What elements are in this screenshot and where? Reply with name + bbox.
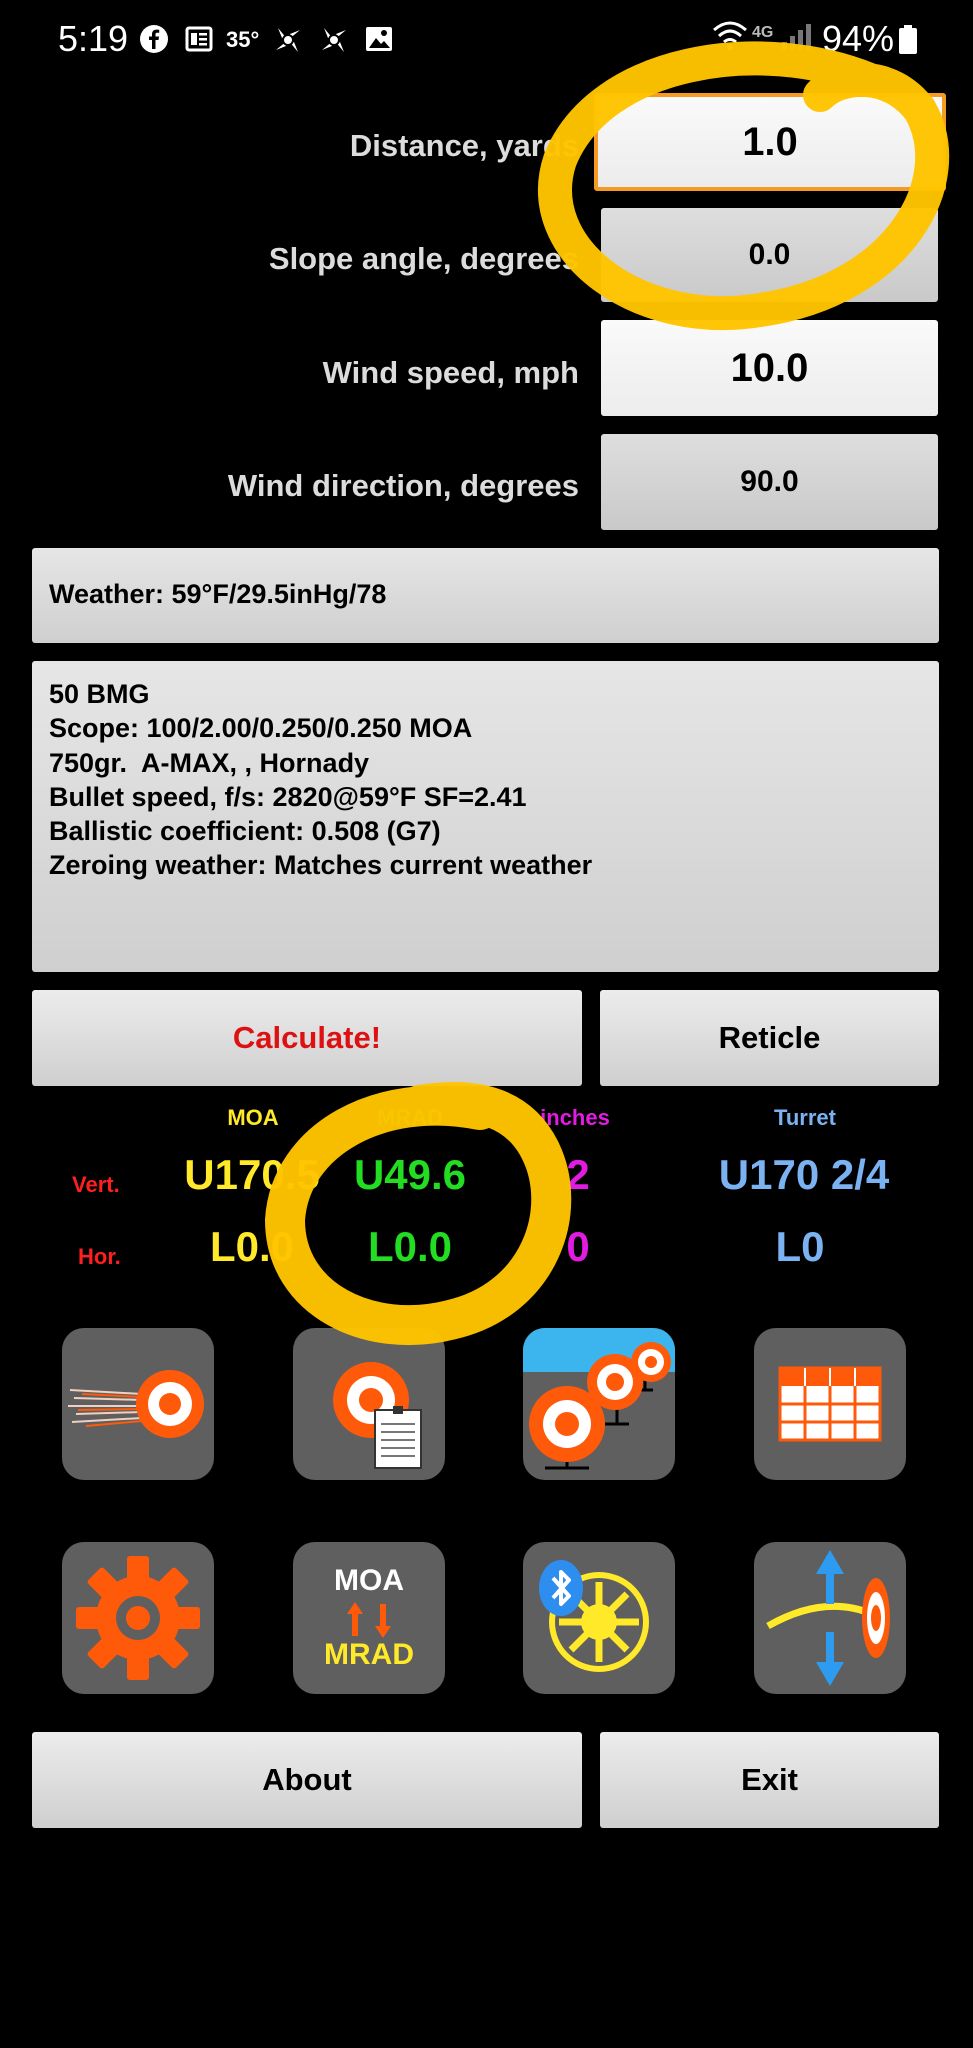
profile-line-caliber: 50 BMG [49, 679, 150, 709]
range-card-tile[interactable] [754, 1328, 906, 1480]
signal-icon [780, 22, 811, 52]
profile-line-zeroing: Zeroing weather: Matches current weather [49, 850, 593, 881]
units-mrad-text: MRAD [324, 1638, 414, 1671]
units-moa-text: MOA [334, 1564, 404, 1597]
exit-button[interactable]: Exit [600, 1732, 939, 1828]
image-icon [364, 24, 394, 54]
trajectory-icon [766, 1550, 890, 1686]
hor-turret-value: L0 [775, 1223, 825, 1270]
target-notes-icon [333, 1362, 422, 1469]
weather-button[interactable]: Weather: 59°F/29.5inHg/78 [32, 548, 939, 643]
turret-header: Turret [774, 1105, 836, 1130]
moving-target-icon [68, 1370, 204, 1438]
gear-icon [76, 1556, 200, 1680]
trajectory-tile[interactable] [754, 1542, 906, 1694]
wind-speed-label: Wind speed, mph [322, 355, 579, 390]
battery-icon [898, 25, 928, 55]
wifi-icon [712, 20, 747, 50]
facebook-icon [139, 24, 169, 54]
fan-app-icon-2 [318, 24, 348, 54]
units-toggle-tile[interactable]: MOA MRAD [293, 1542, 445, 1694]
annotation-circle-mrad [265, 1082, 572, 1346]
weather-text: Weather: 59°F/29.5inHg/78 [49, 579, 387, 609]
wind-direction-label: Wind direction, degrees [227, 468, 579, 503]
profile-line-speed: Bullet speed, f/s: 2820@59°F SF=2.41 [49, 781, 527, 812]
slope-input[interactable]: 0.0 [601, 208, 938, 302]
profile-line-bc: Ballistic coefficient: 0.508 (G7) [49, 816, 441, 847]
settings-tile[interactable] [62, 1542, 214, 1694]
calculate-button[interactable]: Calculate! [32, 990, 582, 1086]
vert-inches-value: 2 [566, 1151, 590, 1198]
distance-label: Distance, yards [349, 128, 579, 163]
swap-arrows-icon [347, 1602, 391, 1638]
target-notes-tile[interactable] [293, 1328, 445, 1480]
status-temperature: 35° [226, 27, 260, 52]
fan-app-icon [272, 24, 302, 54]
vert-row-label: Vert. [72, 1172, 120, 1197]
reticle-button[interactable]: Reticle [600, 990, 939, 1086]
slope-label: Slope angle, degrees [268, 241, 579, 276]
inches-header: inches [540, 1105, 610, 1130]
profile-panel[interactable]: 50 BMG Scope: 100/2.00/0.250/0.250 MOA 7… [32, 661, 939, 972]
news-icon [184, 24, 214, 54]
bluetooth-anemometer-icon [539, 1560, 649, 1672]
distance-input[interactable]: 1.0 [594, 93, 946, 191]
profile-line-bullet: 750gr. A-MAX, , Hornady [49, 747, 370, 778]
table-icon [778, 1366, 882, 1442]
moving-target-tile[interactable] [62, 1328, 214, 1480]
about-button[interactable]: About [32, 1732, 582, 1828]
vert-turret-value: U170 2/4 [718, 1151, 890, 1198]
status-bar: 5:19 35° 4G 94% [0, 0, 973, 80]
multi-target-icon [523, 1328, 675, 1470]
profile-line-scope: Scope: 100/2.00/0.250/0.250 MOA [49, 713, 473, 744]
hor-row-label: Hor. [78, 1244, 121, 1269]
wind-speed-input[interactable]: 10.0 [601, 320, 938, 416]
network-type: 4G [752, 24, 774, 41]
wind-direction-input[interactable]: 90.0 [601, 434, 938, 530]
multi-target-tile[interactable] [523, 1328, 675, 1480]
moa-header: MOA [227, 1105, 279, 1130]
hor-inches-value: 0 [566, 1223, 590, 1270]
mrad-header: MRAD [377, 1105, 443, 1130]
bluetooth-wind-tile[interactable] [523, 1542, 675, 1694]
battery-percent: 94% [822, 18, 895, 59]
status-time: 5:19 [58, 18, 129, 59]
